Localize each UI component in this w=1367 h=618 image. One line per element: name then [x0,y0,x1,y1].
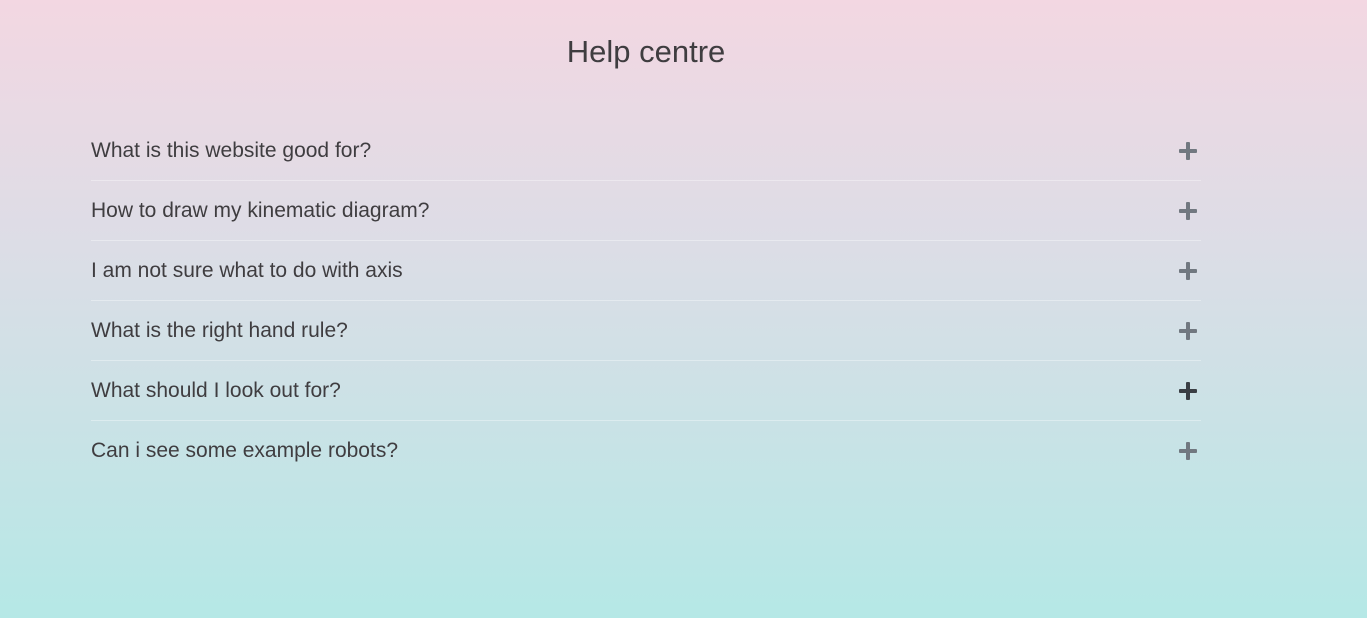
plus-icon[interactable] [1179,382,1197,400]
faq-item-website-purpose[interactable]: What is this website good for? [91,121,1201,181]
plus-icon[interactable] [1179,142,1197,160]
help-centre-page: Help centre What is this website good fo… [0,0,1367,618]
faq-list: What is this website good for? How to dr… [91,121,1201,480]
faq-item-look-out-for[interactable]: What should I look out for? [91,361,1201,421]
faq-item-kinematic-diagram[interactable]: How to draw my kinematic diagram? [91,181,1201,241]
page-title: Help centre [566,34,726,69]
faq-item-example-robots[interactable]: Can i see some example robots? [91,421,1201,480]
faq-item-axis[interactable]: I am not sure what to do with axis [91,241,1201,301]
plus-icon[interactable] [1179,202,1197,220]
faq-question: How to draw my kinematic diagram? [91,199,430,222]
faq-question: Can i see some example robots? [91,439,398,462]
plus-icon[interactable] [1179,262,1197,280]
plus-icon[interactable] [1179,442,1197,460]
faq-question: What is this website good for? [91,139,372,162]
faq-question: What should I look out for? [91,379,341,402]
faq-item-right-hand-rule[interactable]: What is the right hand rule? [91,301,1201,361]
faq-question: I am not sure what to do with axis [91,259,403,282]
faq-question: What is the right hand rule? [91,319,348,342]
plus-icon[interactable] [1179,322,1197,340]
